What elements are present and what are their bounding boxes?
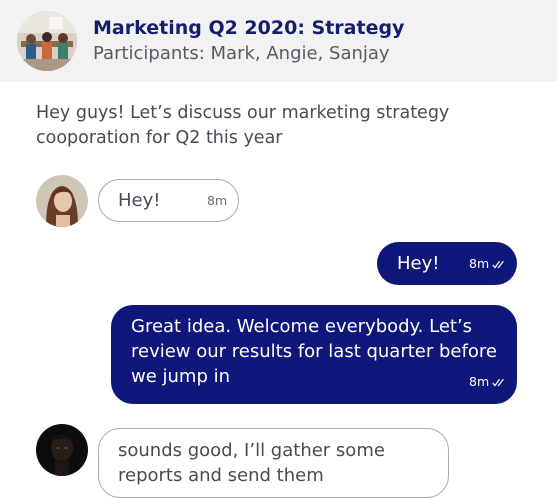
group-photo-icon [17, 11, 77, 71]
message-text: Great idea. Welcome everybody. Let’s rev… [131, 316, 497, 387]
message-time: 8m [469, 256, 490, 271]
message-meta: 8m [469, 256, 505, 272]
chat-title: Marketing Q2 2020: Strategy [93, 17, 405, 39]
chat-intro-text: Hey guys! Let’s discuss our marketing st… [36, 103, 450, 148]
message-text: sounds good, I’ll gather some reports an… [118, 440, 385, 486]
user-avatar-icon [36, 424, 88, 476]
message-bubble[interactable]: Hey! 8m [377, 242, 517, 285]
message-bubble[interactable]: sounds good, I’ll gather some reports an… [98, 428, 449, 498]
avatar[interactable] [36, 424, 88, 476]
message-text: Hey! [397, 253, 440, 274]
message-bubble[interactable]: Hey! 8m [98, 179, 239, 222]
message-meta: 8m [469, 374, 505, 390]
participants-label: Participants: Mark, Angie, Sanjay [93, 43, 390, 64]
message-time: 8m [469, 374, 490, 389]
user-avatar-icon [36, 175, 88, 227]
double-check-icon [492, 375, 505, 390]
double-check-icon [492, 257, 505, 272]
chat-header: Marketing Q2 2020: Strategy Participants… [0, 0, 557, 82]
message-time: 8m [207, 193, 228, 208]
message-bubble[interactable]: Great idea. Welcome everybody. Let’s rev… [111, 305, 517, 404]
message-text: Hey! [118, 190, 161, 211]
group-avatar[interactable] [17, 11, 77, 71]
avatar[interactable] [36, 175, 88, 227]
